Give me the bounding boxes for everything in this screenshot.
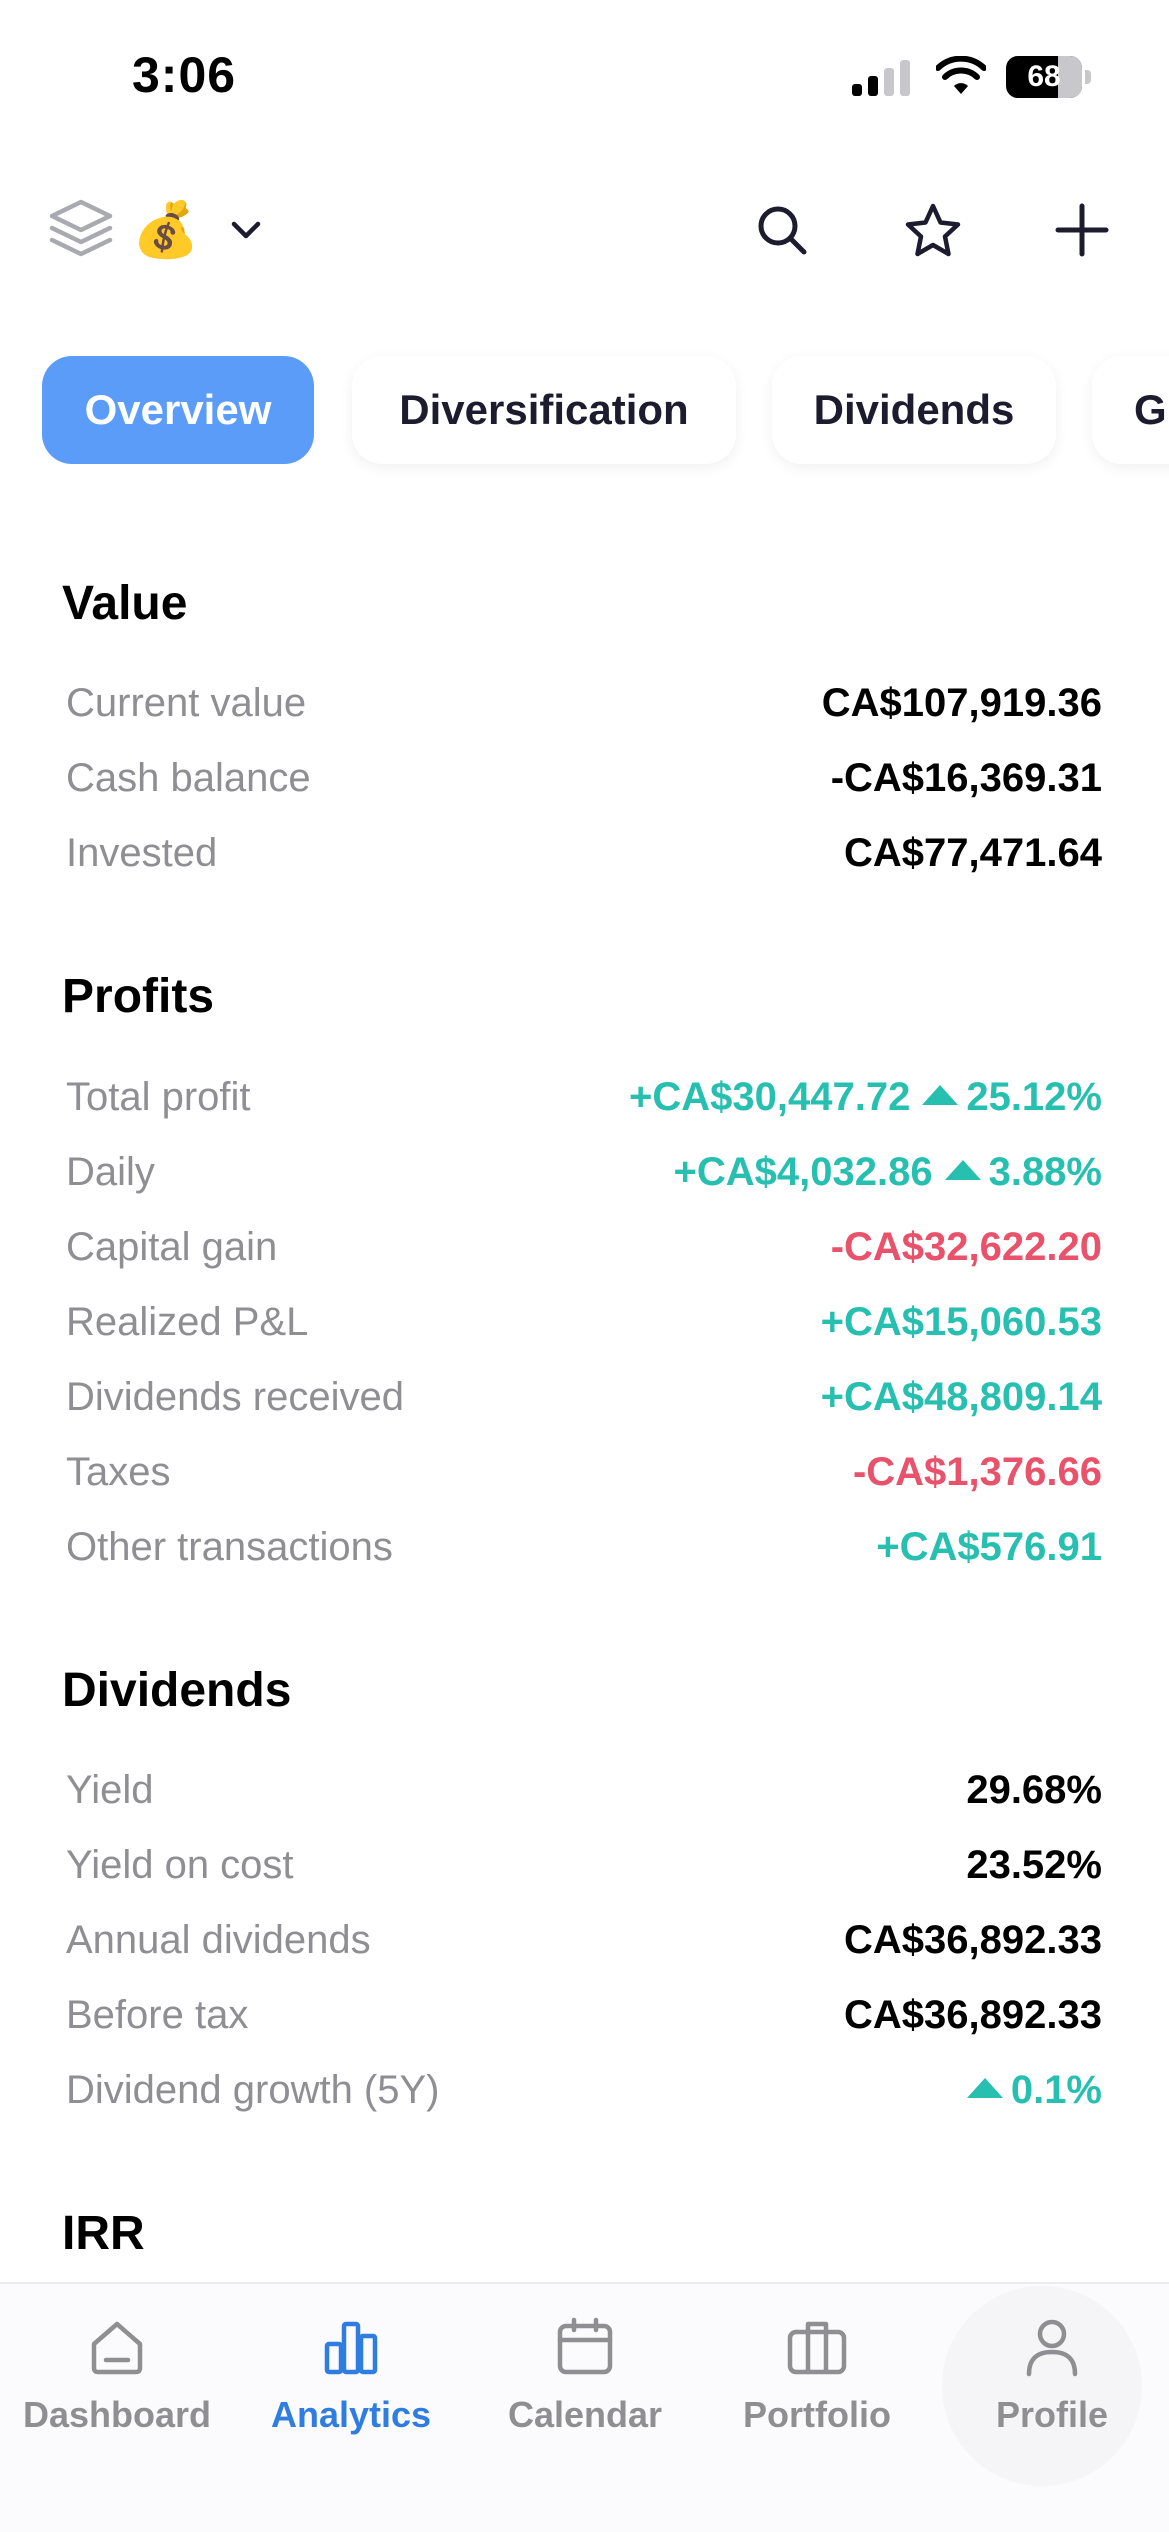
- section-title-irr: IRR: [62, 2207, 145, 2260]
- person-icon: [1026, 2319, 1078, 2377]
- profit-percent: 25.12%: [966, 1074, 1102, 1119]
- nav-label: Calendar: [507, 2394, 663, 2435]
- tab-overview[interactable]: Overview: [42, 356, 314, 464]
- tab-dividends[interactable]: Dividends: [772, 356, 1056, 464]
- cellular-signal-icon: [852, 60, 914, 96]
- row-label: Dividend growth (5Y): [66, 2067, 440, 2112]
- bar-chart-icon: [324, 2321, 378, 2375]
- arrow-up-icon: [966, 2078, 1003, 2098]
- arrow-up-icon: [944, 1160, 981, 1180]
- row-taxes: Taxes -CA$1,376.66: [66, 1442, 1102, 1502]
- row-before-tax: Before tax CA$36,892.33: [66, 1985, 1102, 2045]
- row-yield: Yield 29.68%: [66, 1760, 1102, 1820]
- row-label: Dividends received: [66, 1374, 404, 1419]
- row-capital-gain: Capital gain -CA$32,622.20: [66, 1217, 1102, 1277]
- row-value: -CA$32,622.20: [830, 1224, 1102, 1269]
- nav-label: Profile: [995, 2394, 1109, 2435]
- row-value: 0.1%: [955, 2068, 1102, 2113]
- row-label: Before tax: [66, 1992, 249, 2037]
- nav-analytics[interactable]: Analytics: [234, 2302, 468, 2482]
- row-annual-dividends: Annual dividends CA$36,892.33: [66, 1910, 1102, 1970]
- nav-label: Portfolio: [743, 2394, 891, 2435]
- row-label: Taxes: [66, 1449, 171, 1494]
- daily-percent: 3.88%: [988, 1149, 1102, 1194]
- row-label: Cash balance: [66, 755, 311, 800]
- row-invested: Invested CA$77,471.64: [66, 823, 1102, 883]
- chevron-down-icon[interactable]: [222, 206, 270, 254]
- row-label: Realized P&L: [66, 1299, 309, 1344]
- section-title-dividends: Dividends: [62, 1664, 292, 1717]
- row-label: Yield on cost: [66, 1842, 294, 1887]
- row-total-profit: Total profit +CA$30,447.72 25.12%: [66, 1067, 1102, 1127]
- row-label: Total profit: [66, 1074, 251, 1119]
- row-value: +CA$30,447.72 25.12%: [629, 1075, 1102, 1120]
- row-label: Daily: [66, 1149, 155, 1194]
- search-icon[interactable]: [752, 200, 812, 260]
- row-label: Invested: [66, 830, 218, 875]
- row-realized-pl: Realized P&L +CA$15,060.53: [66, 1292, 1102, 1352]
- calendar-icon: [557, 2317, 613, 2375]
- row-yield-on-cost: Yield on cost 23.52%: [66, 1835, 1102, 1895]
- wifi-icon: [936, 56, 986, 94]
- nav-label: Dashboard: [22, 2394, 212, 2435]
- row-cash-balance: Cash balance -CA$16,369.31: [66, 748, 1102, 808]
- row-value: +CA$4,032.86 3.88%: [673, 1150, 1102, 1195]
- battery-level: 68: [1027, 60, 1061, 93]
- nav-calendar[interactable]: Calendar: [468, 2302, 702, 2482]
- row-value: CA$107,919.36: [821, 680, 1102, 725]
- plus-icon[interactable]: [1052, 200, 1112, 260]
- row-value: 29.68%: [966, 1767, 1102, 1812]
- row-label: Current value: [66, 680, 307, 725]
- row-value: 23.52%: [966, 1842, 1102, 1887]
- nav-portfolio[interactable]: Portfolio: [700, 2302, 934, 2482]
- layers-icon[interactable]: [44, 196, 118, 264]
- row-other-transactions: Other transactions +CA$576.91: [66, 1517, 1102, 1577]
- row-label: Annual dividends: [66, 1917, 371, 1962]
- arrow-up-icon: [922, 1085, 959, 1105]
- row-dividends-received: Dividends received +CA$48,809.14: [66, 1367, 1102, 1427]
- nav-dashboard[interactable]: Dashboard: [0, 2302, 234, 2482]
- row-dividend-growth: Dividend growth (5Y) 0.1%: [66, 2060, 1102, 2120]
- section-title-value: Value: [62, 577, 188, 630]
- daily-amount: +CA$4,032.86: [673, 1149, 933, 1194]
- star-icon[interactable]: [902, 200, 964, 262]
- status-bar: 3:06 68: [0, 0, 1169, 150]
- tab-growth[interactable]: Gr: [1092, 356, 1169, 464]
- analytics-tabs: Overview Diversification Dividends Gr: [0, 356, 1169, 466]
- dividend-growth-value: 0.1%: [1010, 2067, 1102, 2112]
- nav-profile[interactable]: Profile: [935, 2302, 1169, 2482]
- row-value: CA$36,892.33: [844, 1917, 1102, 1962]
- row-value: CA$36,892.33: [844, 1992, 1102, 2037]
- row-value: +CA$15,060.53: [820, 1299, 1102, 1344]
- row-value: +CA$576.91: [876, 1524, 1102, 1569]
- tab-diversification[interactable]: Diversification: [352, 356, 736, 464]
- row-value: -CA$16,369.31: [830, 755, 1102, 800]
- analytics-screen: 3:06 68 💰 Overview Diversification Divid…: [0, 0, 1169, 2532]
- row-label: Yield: [66, 1767, 154, 1812]
- nav-label: Analytics: [270, 2394, 432, 2435]
- profit-amount: +CA$30,447.72: [629, 1074, 911, 1119]
- money-bag-icon[interactable]: 💰: [132, 196, 199, 264]
- section-title-profits: Profits: [62, 970, 215, 1023]
- row-daily: Daily +CA$4,032.86 3.88%: [66, 1142, 1102, 1202]
- row-value: +CA$48,809.14: [820, 1374, 1102, 1419]
- status-time: 3:06: [132, 47, 237, 103]
- row-current-value: Current value CA$107,919.36: [66, 673, 1102, 733]
- row-label: Capital gain: [66, 1224, 278, 1269]
- briefcase-icon: [787, 2321, 847, 2375]
- app-header: 💰: [0, 180, 1169, 280]
- home-icon: [91, 2321, 143, 2375]
- row-label: Other transactions: [66, 1524, 393, 1569]
- row-value: -CA$1,376.66: [852, 1449, 1102, 1494]
- row-value: CA$77,471.64: [844, 830, 1102, 875]
- battery-icon: 68: [1006, 56, 1092, 98]
